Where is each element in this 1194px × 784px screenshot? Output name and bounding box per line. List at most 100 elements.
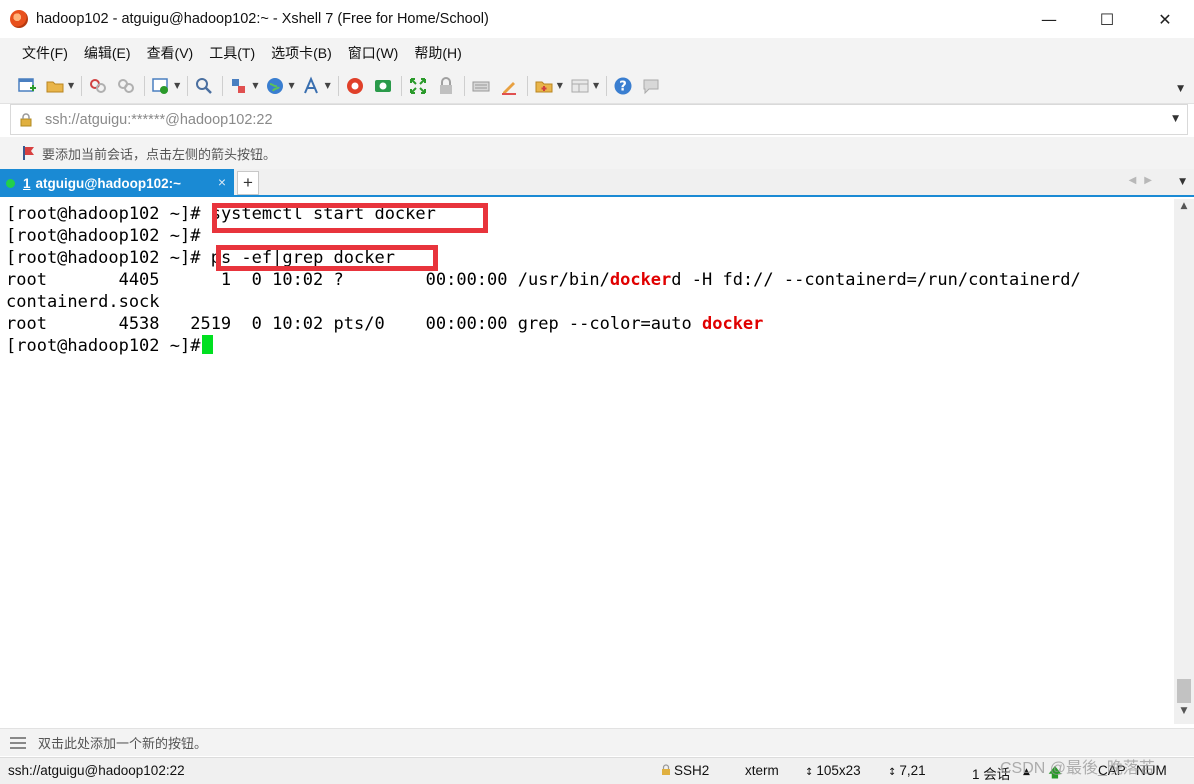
- address-input[interactable]: ssh://atguigu:******@hadoop102:22: [45, 112, 273, 128]
- properties-dropdown-icon[interactable]: ▼: [174, 81, 180, 90]
- disconnect-icon[interactable]: [115, 75, 137, 97]
- session-hint-bar: 要添加当前会话，点击左侧的箭头按钮。: [0, 137, 1194, 169]
- font-icon[interactable]: [301, 75, 323, 97]
- status-sessions[interactable]: 1 会话: [972, 763, 1010, 783]
- close-window-button[interactable]: ✕: [1136, 0, 1194, 38]
- fullscreen-icon[interactable]: [407, 75, 429, 97]
- position-text: 7,21: [899, 763, 926, 778]
- address-dropdown-icon[interactable]: ▼: [1172, 114, 1179, 124]
- process-row-text: d -H fd:// --containerd=/run/containerd/: [671, 270, 1081, 290]
- terminal-line: [root@hadoop102 ~]# systemctl start dock…: [6, 203, 1174, 225]
- terminal-line: [root@hadoop102 ~]#: [6, 335, 1174, 357]
- terminal-output[interactable]: [root@hadoop102 ~]# systemctl start dock…: [0, 199, 1174, 724]
- tab-scroll-arrows-icon[interactable]: ◀▶: [1129, 175, 1160, 186]
- terminal-line: root 4405 1 0 10:02 ? 00:00:00 /usr/bin/…: [6, 269, 1174, 291]
- toolbar: ▼ ▼ ▼ ▼ ▼ ▼ ▼ ?: [0, 68, 1194, 104]
- status-num: NUM: [1136, 763, 1167, 778]
- scroll-down-icon[interactable]: ▼: [1174, 706, 1194, 722]
- menu-file[interactable]: 文件(F): [14, 43, 76, 63]
- title-bar: hadoop102 - atguigu@hadoop102:~ - Xshell…: [0, 0, 1194, 38]
- maximize-button[interactable]: ☐: [1078, 0, 1136, 38]
- menu-edit[interactable]: 编辑(E): [76, 43, 139, 63]
- menu-lines-icon[interactable]: [10, 736, 26, 749]
- terminal-line: [root@hadoop102 ~]# ps -ef|grep docker: [6, 247, 1174, 269]
- reconnect-icon[interactable]: [87, 75, 109, 97]
- toolbar-overflow-icon[interactable]: ▼: [1177, 84, 1184, 94]
- address-bar[interactable]: ssh://atguigu:******@hadoop102:22 ▼: [10, 104, 1188, 135]
- scroll-up-icon[interactable]: ▲: [1174, 201, 1194, 217]
- grep-match-highlight: docker: [609, 270, 672, 290]
- scrollbar-thumb[interactable]: [1177, 679, 1191, 703]
- lock-icon[interactable]: [435, 75, 457, 97]
- globe-dropdown-icon[interactable]: ▼: [288, 81, 294, 90]
- terminal-line: root 4538 2519 0 10:02 pts/0 00:00:00 gr…: [6, 313, 1174, 335]
- prompt: [root@hadoop102 ~]#: [6, 226, 201, 246]
- new-folder-dropdown-icon[interactable]: ▼: [557, 81, 563, 90]
- open-folder-icon[interactable]: [44, 75, 66, 97]
- process-row-text: containerd.sock: [6, 292, 160, 312]
- quick-command-bar[interactable]: 双击此处添加一个新的按钮。: [0, 728, 1194, 756]
- xftp-icon[interactable]: [372, 75, 394, 97]
- size-text: 105x23: [816, 763, 861, 778]
- toolbar-separator: [144, 75, 146, 96]
- toolbar-separator: [463, 75, 465, 96]
- tab-list-dropdown-icon[interactable]: ▼: [1179, 177, 1186, 187]
- new-folder-icon[interactable]: [533, 75, 555, 97]
- process-row-text: root 4405 1 0 10:02 ? 00:00:00 /usr/bin/: [6, 270, 610, 290]
- tab-number: 1: [23, 175, 31, 191]
- command-text: ps -ef|grep docker: [210, 248, 395, 268]
- status-bar: ssh://atguigu@hadoop102:22 SSH2 xterm ↕ 1…: [0, 757, 1194, 784]
- hint-text: 要添加当前会话，点击左侧的箭头按钮。: [42, 146, 277, 162]
- highlight-icon[interactable]: [498, 75, 520, 97]
- menu-view[interactable]: 查看(V): [139, 43, 202, 63]
- protocol-text: SSH2: [674, 763, 710, 778]
- status-protocol: SSH2: [660, 763, 709, 778]
- add-tab-button[interactable]: +: [237, 171, 259, 195]
- new-session-icon[interactable]: [16, 75, 38, 97]
- toolbar-separator: [81, 75, 83, 96]
- layout-dropdown-icon[interactable]: ▼: [593, 81, 599, 90]
- toolbar-separator: [222, 75, 224, 96]
- help-icon[interactable]: ?: [612, 75, 634, 97]
- terminal-scrollbar[interactable]: ▲ ▼: [1174, 199, 1194, 724]
- minimize-button[interactable]: —: [1020, 0, 1078, 38]
- status-cursor-position: ↕ 7,21: [888, 763, 926, 778]
- keyboard-icon[interactable]: [470, 75, 492, 97]
- menu-tools[interactable]: 工具(T): [201, 43, 263, 63]
- sessions-dropdown-icon[interactable]: ▲: [1023, 767, 1030, 777]
- font-dropdown-icon[interactable]: ▼: [325, 81, 331, 90]
- quick-command-hint: 双击此处添加一个新的按钮。: [38, 736, 208, 751]
- tab-label: atguigu@hadoop102:~: [35, 175, 182, 191]
- status-terminal-type: xterm: [745, 763, 779, 778]
- upload-arrow-icon: 🡅: [1048, 765, 1062, 781]
- menu-tab[interactable]: 选项卡(B): [263, 43, 340, 63]
- xshell-app-icon: [10, 10, 28, 28]
- lock-icon: [662, 764, 670, 775]
- transfer-dropdown-icon[interactable]: ▼: [252, 81, 258, 90]
- properties-icon[interactable]: [150, 75, 172, 97]
- status-size: ↕ 105x23: [805, 763, 861, 778]
- find-icon[interactable]: [193, 75, 215, 97]
- prompt: [root@hadoop102 ~]#: [6, 204, 201, 224]
- xshell-icon[interactable]: [344, 75, 366, 97]
- layout-icon[interactable]: [569, 75, 591, 97]
- toolbar-separator: [187, 75, 189, 96]
- bookmark-arrow-icon[interactable]: [22, 145, 36, 161]
- open-dropdown-icon[interactable]: ▼: [68, 81, 74, 90]
- chat-icon[interactable]: [640, 75, 662, 97]
- svg-text:?: ?: [619, 79, 627, 94]
- status-cap: CAP: [1098, 763, 1126, 778]
- close-tab-icon[interactable]: ×: [218, 174, 226, 190]
- transfer-icon[interactable]: [228, 75, 250, 97]
- menu-bar: 文件(F) 编辑(E) 查看(V) 工具(T) 选项卡(B) 窗口(W) 帮助(…: [0, 38, 1194, 68]
- menu-window[interactable]: 窗口(W): [340, 43, 407, 63]
- tab-bar: 1 atguigu@hadoop102:~ × + ◀▶ ▼: [0, 169, 1194, 197]
- command-text: systemctl start docker: [200, 204, 436, 224]
- tab-session-1[interactable]: 1 atguigu@hadoop102:~ ×: [0, 169, 234, 197]
- globe-icon[interactable]: [264, 75, 286, 97]
- window-title: hadoop102 - atguigu@hadoop102:~ - Xshell…: [36, 11, 489, 27]
- grep-match-highlight: docker: [701, 314, 764, 334]
- menu-help[interactable]: 帮助(H): [406, 43, 469, 63]
- lock-icon: [20, 112, 32, 126]
- cursor-position-icon: ↕: [888, 767, 897, 778]
